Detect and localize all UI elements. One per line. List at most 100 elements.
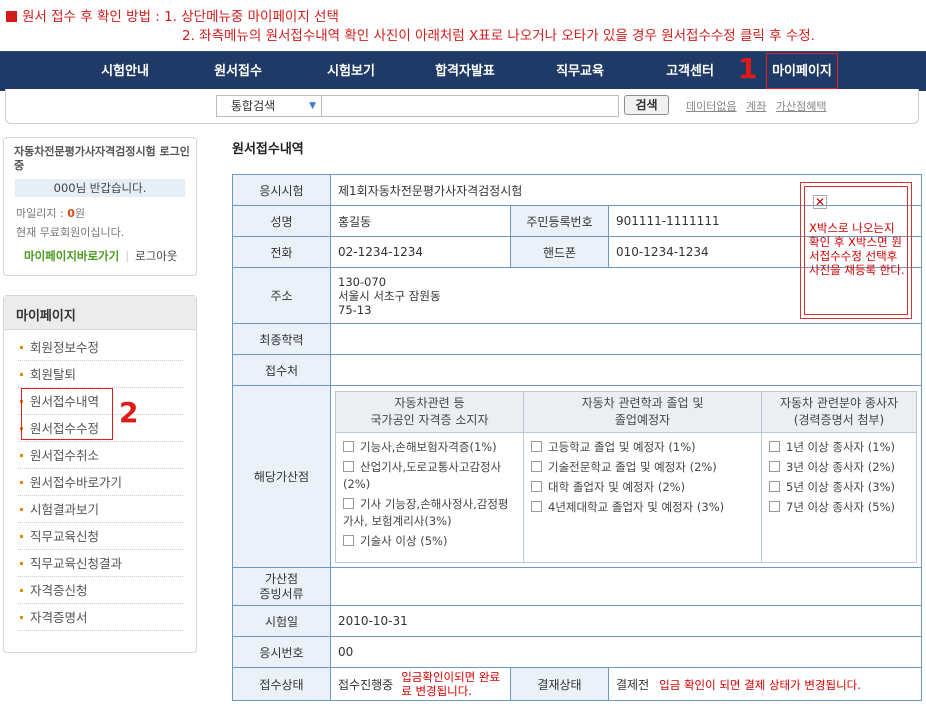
sidebar-item-training-apply[interactable]: 직무교육신청 <box>18 523 183 550</box>
bonus-option[interactable]: 기술사 이상 (5%) <box>343 533 516 550</box>
bonus-option[interactable]: 고등학교 졸업 및 예정자 (1%) <box>531 439 754 456</box>
bonus-option[interactable]: 산업기사,도로교통사고감정사(2%) <box>343 459 516 493</box>
sidebar-item-edit-member[interactable]: 회원정보수정 <box>18 334 183 361</box>
name-value: 홍길동 <box>330 205 511 237</box>
member-status: 현재 무료회원이십니다. <box>16 226 125 239</box>
bonus-option-label: 기술사 이상 (5%) <box>360 533 448 548</box>
login-title: 자동차전문평가사자격검정시험 로그인중 <box>14 145 190 172</box>
checkbox[interactable] <box>343 460 354 472</box>
sidebar-item-training-result[interactable]: 직무교육신청결과 <box>18 550 183 577</box>
broken-image-icon: ✕ <box>813 195 827 209</box>
checkbox[interactable] <box>343 534 354 546</box>
page-title: 원서접수내역 <box>232 142 304 157</box>
bonus-option-label: 1년 이상 종사자 (1%) <box>786 439 895 454</box>
bonus-option[interactable]: 7년 이상 종사자 (5%) <box>769 499 909 516</box>
sidebar-item-withdraw[interactable]: 회원탈퇴 <box>18 361 183 388</box>
step-2-marker: 2 <box>119 396 139 429</box>
mypage-shortcut-link[interactable]: 마이페이지바로가기 <box>24 249 119 263</box>
bonus-option[interactable]: 5년 이상 종사자 (3%) <box>769 479 909 496</box>
bonus-option-label: 대학 졸업자 및 예정자 (2%) <box>548 479 686 494</box>
nav-item-job-training[interactable]: 직무교육 <box>551 52 609 92</box>
nav-item-customer-center[interactable]: 고객센터 <box>661 52 719 92</box>
venue-label: 접수처 <box>232 354 331 386</box>
nav-item-exam-info[interactable]: 시험안내 <box>96 52 154 92</box>
instruction-text: 원서 접수 후 확인 방법 : 1. 상단메뉴중 마이페이지 선택 2. 좌측메… <box>6 8 815 46</box>
status-value: 접수진행중 <box>338 677 394 692</box>
instruction-line-1: 원서 접수 후 확인 방법 : 1. 상단메뉴중 마이페이지 선택 <box>22 9 339 25</box>
status-note: 입금확인이되면 완료료 변경됩니다. <box>401 670 501 698</box>
sidebar-item-certificate-apply[interactable]: 자격증신청 <box>18 577 183 604</box>
bonus-col-2-options: 고등학교 졸업 및 예정자 (1%) 기술전문학교 졸업 및 예정자 (2%) … <box>523 431 762 563</box>
logout-link[interactable]: 로그아웃 <box>135 249 177 263</box>
bonus-col-1-options: 기능사,손해보험자격증(1%) 산업기사,도로교통사고감정사(2%) 기사 기능… <box>335 431 524 563</box>
bonus-option-label: 5년 이상 종사자 (3%) <box>786 479 895 494</box>
bonus-col-1-header-line-1: 자동차관련 등 <box>394 395 465 410</box>
payment-label: 결재상태 <box>510 667 609 701</box>
login-links: 마이페이지바로가기 | 로그아웃 <box>24 248 177 264</box>
checkbox[interactable] <box>531 460 542 472</box>
link-no-data[interactable]: 데이터없음 <box>686 100 737 113</box>
bonus-option[interactable]: 기능사,손해보험자격증(1%) <box>343 439 516 456</box>
search-input[interactable] <box>321 95 619 117</box>
nav-item-results[interactable]: 합격자발표 <box>430 52 500 92</box>
nav-item-application[interactable]: 원서접수 <box>209 52 267 92</box>
checkbox[interactable] <box>769 480 780 492</box>
exam-date-label: 시험일 <box>232 605 331 637</box>
bonus-col-3-header-line-1: 자동차 관련분야 종사자 <box>779 395 899 410</box>
checkbox[interactable] <box>769 460 780 472</box>
link-account[interactable]: 계좌 <box>746 100 766 113</box>
bonus-col-3-header: 자동차 관련분야 종사자 (경력증명서 첨부) <box>761 390 917 433</box>
bonus-options-cell: 자동차관련 등 국가공인 자격증 소지자 자동차 관련학과 졸업 및 졸업예정자 자… <box>330 385 922 568</box>
bonus-option[interactable]: 4년제대학교 졸업자 및 예정자 (3%) <box>531 499 754 516</box>
bonus-option[interactable]: 3년 이상 종사자 (2%) <box>769 459 909 476</box>
sidebar-item-application-cancel[interactable]: 원서접수취소 <box>18 442 183 469</box>
photo-frame: ✕ X박스로 나오는지 확인 후 X박스면 원서접수수정 선택후 사진을 재등록… <box>804 186 908 315</box>
mileage-value: 0 <box>67 207 75 220</box>
mypage-highlight-box <box>766 53 838 89</box>
bonus-option[interactable]: 대학 졸업자 및 예정자 (2%) <box>531 479 754 496</box>
sidebar-item-exam-results[interactable]: 시험결과보기 <box>18 496 183 523</box>
link-divider: | <box>125 249 130 263</box>
bonus-option[interactable]: 기사 기능장,손해사정사,감정평가사, 보험계리사(3%) <box>343 496 516 530</box>
sidebar-highlight-box <box>21 388 113 440</box>
venue-value <box>330 354 922 386</box>
checkbox[interactable] <box>531 440 542 452</box>
checkbox[interactable] <box>343 497 354 509</box>
checkbox[interactable] <box>343 440 354 452</box>
bonus-col-2-header-line-2: 졸업예정자 <box>614 412 671 427</box>
address-label: 주소 <box>232 267 331 324</box>
bonus-col-2-header: 자동차 관련학과 졸업 및 졸업예정자 <box>523 390 762 433</box>
sidebar-title: 마이페이지 <box>4 296 196 330</box>
bonus-doc-label: 가산점 증빙서류 <box>232 567 331 606</box>
login-status-box: 자동차전문평가사자격검정시험 로그인중 000님 반갑습니다. 마일리지 : 0… <box>3 137 197 276</box>
bonus-col-3-header-line-2: (경력증명서 첨부) <box>793 412 885 427</box>
search-scope-select[interactable]: 통합검색 ▼ <box>216 95 322 117</box>
exam-label: 응시시험 <box>232 174 331 206</box>
nav-item-take-exam[interactable]: 시험보기 <box>321 52 381 92</box>
rrn-label: 주민등록번호 <box>510 205 609 237</box>
bonus-option-label: 산업기사,도로교통사고감정사(2%) <box>343 459 502 491</box>
name-label: 성명 <box>232 205 331 237</box>
sidebar-item-application-shortcut[interactable]: 원서접수바로가기 <box>18 469 183 496</box>
bonus-option[interactable]: 기술전문학교 졸업 및 예정자 (2%) <box>531 459 754 476</box>
search-button[interactable]: 검색 <box>624 95 669 115</box>
bonus-doc-value <box>330 567 922 606</box>
checkbox[interactable] <box>531 500 542 512</box>
mypage-sidebar: 마이페이지 회원정보수정 회원탈퇴 원서접수내역 원서접수수정 원서접수취소 원… <box>3 295 197 653</box>
bonus-col-3-options: 1년 이상 종사자 (1%) 3년 이상 종사자 (2%) 5년 이상 종사자 … <box>761 431 917 563</box>
bonus-option-label: 고등학교 졸업 및 예정자 (1%) <box>548 439 696 454</box>
payment-value: 결제전 <box>616 677 650 692</box>
checkbox[interactable] <box>769 440 780 452</box>
bonus-doc-label-line-2: 증빙서류 <box>259 586 304 601</box>
checkbox[interactable] <box>531 480 542 492</box>
mileage-unit: 원 <box>74 207 85 220</box>
bonus-option-label: 4년제대학교 졸업자 및 예정자 (3%) <box>548 499 725 514</box>
sidebar-item-certificate[interactable]: 자격증명서 <box>18 604 183 631</box>
bonus-option-label: 기사 기능장,손해사정사,감정평가사, 보험계리사(3%) <box>343 496 509 528</box>
dropdown-arrow-icon: ▼ <box>309 101 316 111</box>
bonus-option[interactable]: 1년 이상 종사자 (1%) <box>769 439 909 456</box>
checkbox[interactable] <box>769 500 780 512</box>
status-label: 접수상태 <box>232 667 331 701</box>
red-square-icon <box>6 11 17 22</box>
link-bonus-benefit[interactable]: 가산점혜택 <box>776 100 827 113</box>
